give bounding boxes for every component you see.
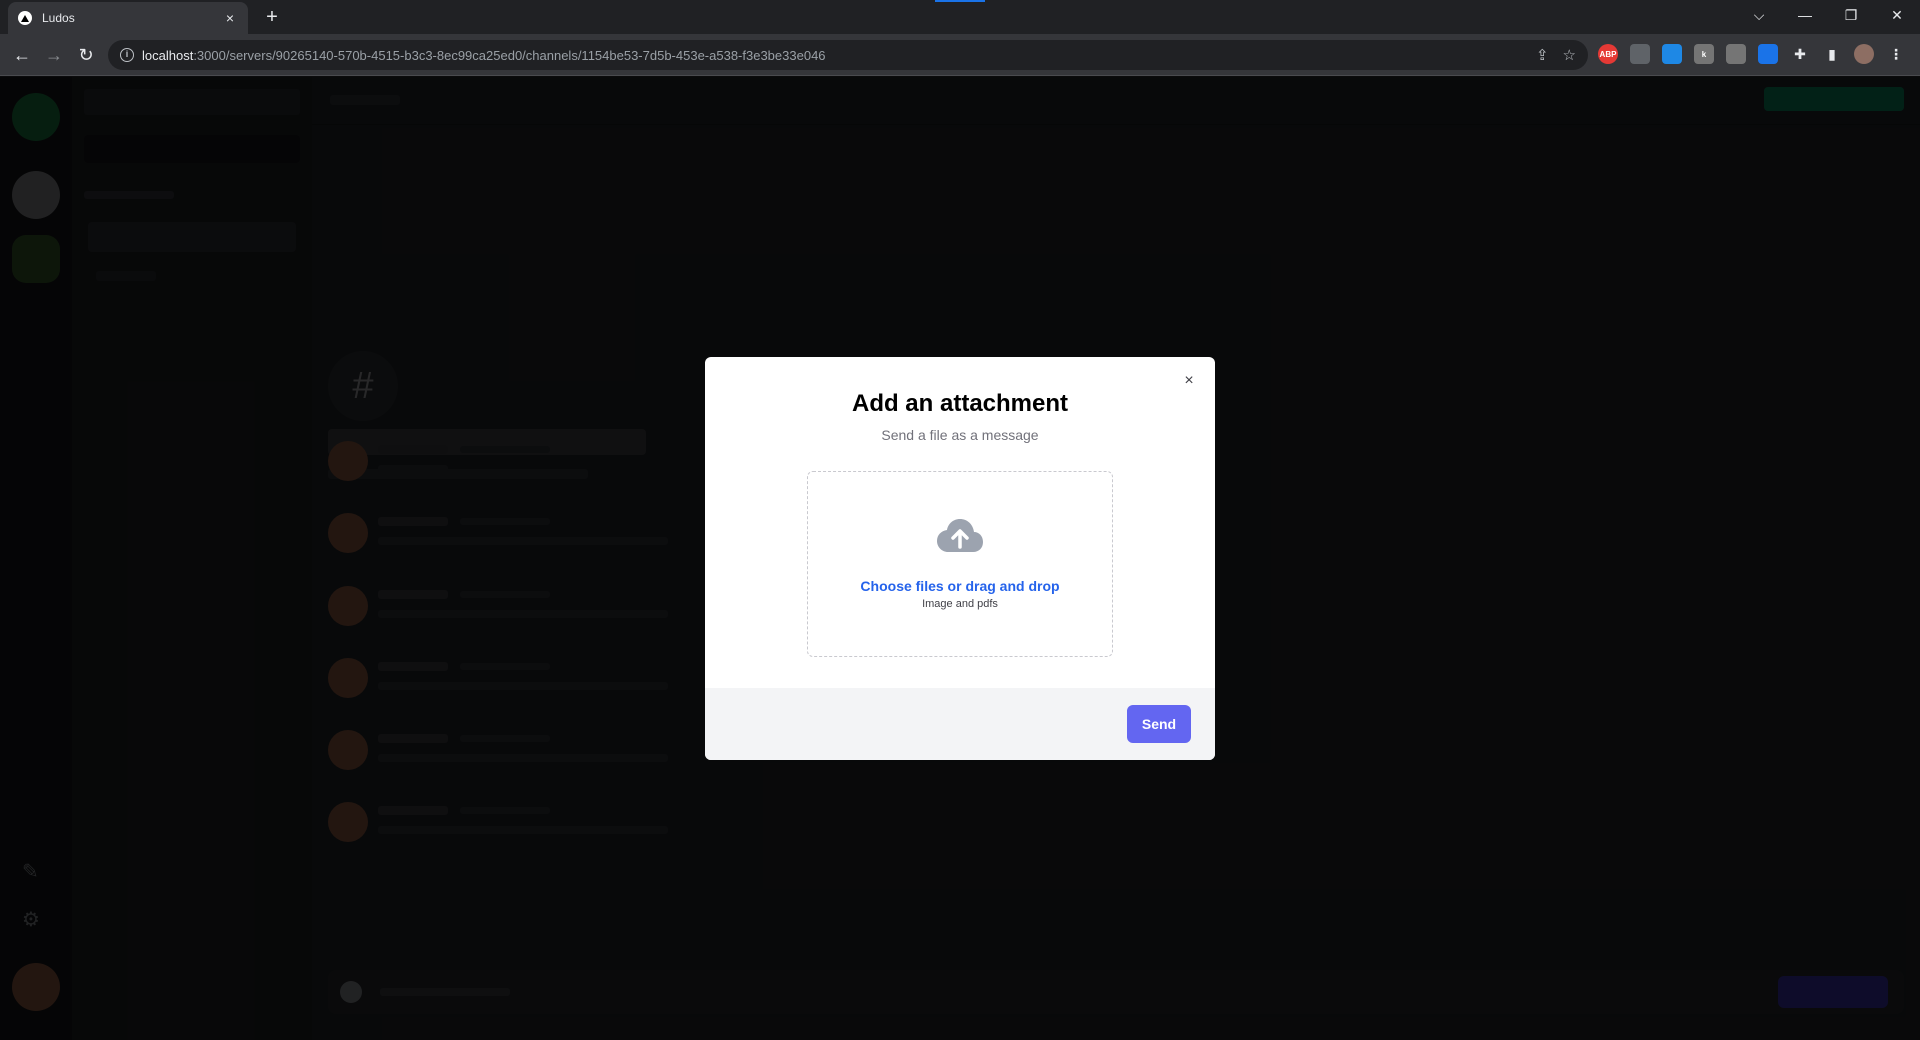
puzzle-extensions-icon[interactable]: ✚ (1790, 44, 1810, 64)
profile-avatar[interactable] (1854, 44, 1874, 64)
ludos-favicon-icon (18, 11, 32, 25)
dropzone-hint: Image and pdfs (922, 598, 998, 610)
window-controls: ⌵ — ❐ ✕ (1736, 0, 1920, 30)
extension-blue-icon[interactable] (1758, 44, 1778, 64)
minimize-icon[interactable]: — (1782, 0, 1828, 30)
send-button[interactable]: Send (1127, 705, 1191, 743)
modal-title: Add an attachment (851, 390, 1069, 417)
bookmark-star-icon[interactable]: ☆ (1563, 46, 1576, 64)
modal-footer: Send (705, 688, 1215, 760)
tab-indicator (935, 0, 985, 2)
forward-arrow-icon[interactable]: → (42, 43, 66, 67)
choose-files-link[interactable]: Choose files or drag and drop (808, 578, 1112, 594)
extension-k-icon[interactable]: k (1694, 44, 1714, 64)
adblock-plus-icon[interactable]: ABP (1598, 44, 1618, 64)
file-dropzone[interactable]: Choose files or drag and drop Image and … (807, 471, 1113, 657)
back-arrow-icon[interactable]: ← (10, 43, 34, 67)
attachment-modal: × Add an attachment Send a file as a mes… (705, 357, 1215, 760)
side-panel-icon[interactable]: ▮ (1822, 44, 1842, 64)
reload-icon[interactable]: ↻ (74, 43, 98, 67)
close-icon[interactable]: × (1179, 371, 1199, 391)
upload-cloud-icon (937, 519, 983, 552)
browser-toolbar: ← → ↻ i localhost:3000/servers/90265140-… (0, 34, 1920, 76)
browser-tab-strip: Ludos × + ⌵ — ❐ ✕ (0, 0, 1920, 34)
browser-tab[interactable]: Ludos × (8, 2, 248, 34)
extension-lightning-icon[interactable] (1726, 44, 1746, 64)
address-bar[interactable]: i localhost:3000/servers/90265140-570b-4… (108, 40, 1588, 70)
react-devtools-icon[interactable] (1662, 44, 1682, 64)
tab-close-icon[interactable]: × (222, 10, 238, 26)
browser-tab-title: Ludos (42, 11, 75, 25)
site-info-icon[interactable]: i (120, 48, 134, 62)
extensions-bar: ABP k ✚ ▮ ⋮ (1598, 44, 1906, 64)
bulb-icon[interactable] (1630, 44, 1650, 64)
share-icon[interactable]: ⇪ (1536, 46, 1549, 64)
window-close-icon[interactable]: ✕ (1874, 0, 1920, 30)
chrome-menu-icon[interactable]: ⋮ (1886, 44, 1906, 64)
tab-search-chevron-icon[interactable]: ⌵ (1736, 0, 1782, 30)
new-tab-button[interactable]: + (260, 6, 284, 30)
restore-icon[interactable]: ❐ (1828, 0, 1874, 30)
modal-subtitle: Send a file as a message (881, 427, 1039, 443)
url-text[interactable]: localhost:3000/servers/90265140-570b-451… (142, 48, 1522, 63)
